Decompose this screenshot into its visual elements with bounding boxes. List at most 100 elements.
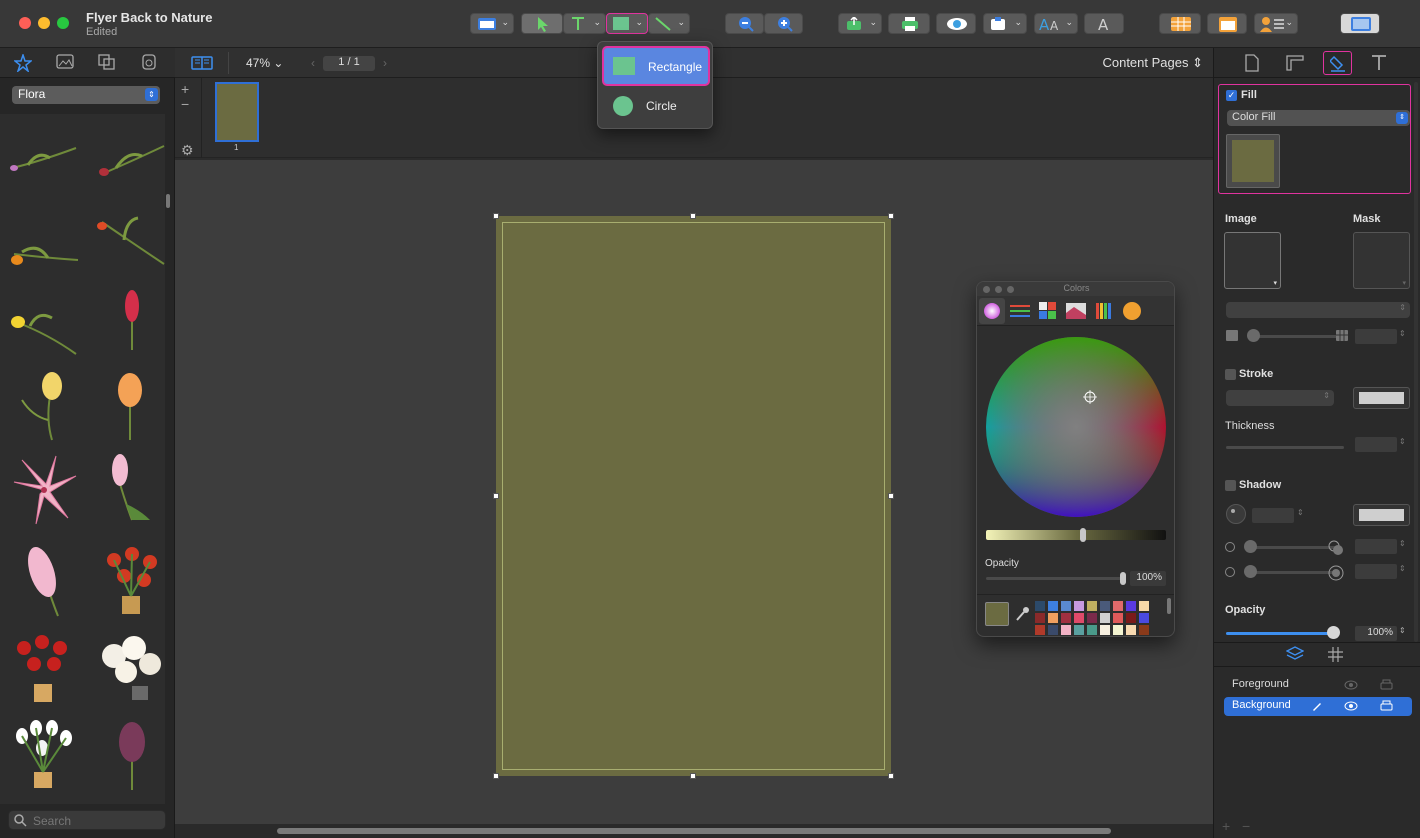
add-layer-button[interactable]: +	[1222, 818, 1230, 834]
slider-thumb[interactable]	[1120, 572, 1126, 585]
pointer-tool-button[interactable]	[521, 13, 563, 34]
fill-checkbox[interactable]: ✓	[1226, 90, 1237, 101]
tab-fill-inspector[interactable]	[1323, 51, 1352, 75]
text-tool-button[interactable]: ⌄	[563, 13, 606, 34]
fill-type-select[interactable]: Color Fill ⇕	[1227, 110, 1410, 126]
slider-thumb[interactable]	[1247, 329, 1260, 342]
color-swatch[interactable]	[1139, 601, 1149, 611]
page-number-field[interactable]: 1 / 1	[323, 56, 375, 71]
flower-item[interactable]	[8, 304, 80, 358]
menu-item-rectangle[interactable]: Rectangle	[602, 46, 710, 86]
tab-color-wheel[interactable]	[979, 298, 1005, 324]
color-swatch[interactable]	[1126, 613, 1136, 623]
remove-layer-button[interactable]: −	[1242, 818, 1250, 834]
flower-item[interactable]	[94, 214, 166, 270]
document-icon[interactable]	[1245, 54, 1259, 72]
colors-panel-titlebar[interactable]: Colors	[977, 282, 1174, 296]
color-swatch[interactable]	[1126, 601, 1136, 611]
print-button[interactable]	[888, 13, 930, 34]
flower-item[interactable]	[98, 546, 164, 618]
eyedropper-icon[interactable]	[1015, 606, 1029, 622]
clipart-icon[interactable]	[14, 54, 32, 72]
flower-item[interactable]	[16, 370, 68, 442]
color-swatch[interactable]	[1113, 601, 1123, 611]
image-palettes-icon[interactable]	[1066, 303, 1086, 319]
eye-icon[interactable]	[1344, 701, 1358, 711]
line-tool-button[interactable]: ⌄	[648, 13, 690, 34]
horizontal-scrollbar[interactable]	[175, 824, 1213, 838]
printer-icon[interactable]	[1380, 700, 1393, 712]
resize-handle[interactable]	[888, 773, 894, 779]
stepper[interactable]: ⇕	[1399, 539, 1406, 548]
opacity-slider[interactable]	[986, 572, 1126, 585]
gear-icon[interactable]: ⚙	[181, 142, 194, 159]
eye-icon[interactable]	[1344, 680, 1358, 690]
flower-item[interactable]	[110, 370, 154, 442]
printer-icon[interactable]	[1380, 679, 1393, 691]
pencils-icon[interactable]	[1095, 302, 1113, 320]
resize-handle[interactable]	[493, 213, 499, 219]
layout-button[interactable]: ⌄	[470, 13, 514, 34]
color-wheel[interactable]	[986, 337, 1167, 518]
book-view-icon[interactable]	[191, 56, 213, 70]
shadow-color-well[interactable]	[1353, 504, 1410, 526]
color-swatch[interactable]	[1100, 625, 1110, 635]
shadow-angle-dial[interactable]	[1226, 504, 1246, 524]
flower-item[interactable]	[12, 718, 74, 790]
flower-item[interactable]	[8, 454, 80, 526]
preview-button[interactable]	[936, 13, 976, 34]
resize-handle[interactable]	[690, 213, 696, 219]
swatches-scrollbar[interactable]	[1167, 598, 1171, 614]
flower-item[interactable]	[96, 634, 164, 704]
text-format-icon[interactable]	[1371, 54, 1387, 72]
opacity-field[interactable]: 100%	[1130, 571, 1166, 586]
spreadsheet-button[interactable]	[1159, 13, 1201, 34]
stroke-color-well[interactable]	[1353, 387, 1410, 409]
stepper[interactable]: ⇕	[1399, 437, 1406, 446]
zoom-menu[interactable]: 47% ⌄	[246, 56, 283, 70]
opacity-field[interactable]: 100%	[1355, 626, 1397, 641]
flower-item[interactable]	[12, 634, 74, 704]
color-swatch[interactable]	[1061, 613, 1071, 623]
resize-handle[interactable]	[493, 493, 499, 499]
shadow-offset-slider[interactable]	[1246, 546, 1336, 549]
inspector-scrollbar[interactable]	[1414, 82, 1418, 642]
image-scale-slider[interactable]	[1248, 335, 1340, 338]
slider-thumb[interactable]	[1244, 540, 1257, 553]
zoom-out-button[interactable]	[725, 13, 764, 34]
fonts-button[interactable]: A A ⌄	[1034, 13, 1078, 34]
stepper[interactable]: ⇕	[1399, 564, 1406, 573]
flower-item[interactable]	[8, 234, 80, 278]
color-swatch[interactable]	[1139, 625, 1149, 635]
mask-well[interactable]: ▾	[1353, 232, 1410, 289]
flower-item[interactable]	[8, 140, 80, 184]
shadow-blur-field[interactable]	[1355, 564, 1397, 579]
templates-icon[interactable]	[140, 54, 158, 70]
color-swatch[interactable]	[1074, 625, 1084, 635]
previous-page-button[interactable]: ‹	[311, 56, 315, 70]
category-select[interactable]: Flora ⇕	[12, 86, 160, 104]
color-swatch[interactable]	[1048, 625, 1058, 635]
image-mode-select[interactable]: ⇕	[1226, 302, 1410, 318]
color-swatch[interactable]	[1061, 625, 1071, 635]
resize-handle[interactable]	[690, 773, 696, 779]
color-swatch[interactable]	[1087, 601, 1097, 611]
stroke-checkbox[interactable]	[1225, 369, 1236, 380]
slider-thumb[interactable]	[1244, 565, 1257, 578]
layers-icon[interactable]	[1286, 646, 1304, 662]
shadow-angle-field[interactable]	[1252, 508, 1294, 523]
color-sliders-icon[interactable]	[1010, 303, 1030, 319]
color-swatch[interactable]	[1048, 613, 1058, 623]
shadow-blur-slider[interactable]	[1246, 571, 1336, 574]
color-swatch[interactable]	[1074, 613, 1084, 623]
remove-page-button[interactable]: −	[181, 96, 189, 112]
shadow-checkbox[interactable]	[1225, 480, 1236, 491]
add-page-button[interactable]: +	[181, 81, 189, 97]
text-style-button[interactable]: A	[1084, 13, 1124, 34]
thickness-field[interactable]	[1355, 437, 1397, 452]
zoom-in-button[interactable]	[764, 13, 803, 34]
layer-row-foreground[interactable]: Foreground	[1224, 676, 1412, 695]
color-swatch[interactable]	[1087, 625, 1097, 635]
stepper[interactable]: ⇕	[1399, 626, 1406, 635]
color-swatch[interactable]	[1061, 601, 1071, 611]
